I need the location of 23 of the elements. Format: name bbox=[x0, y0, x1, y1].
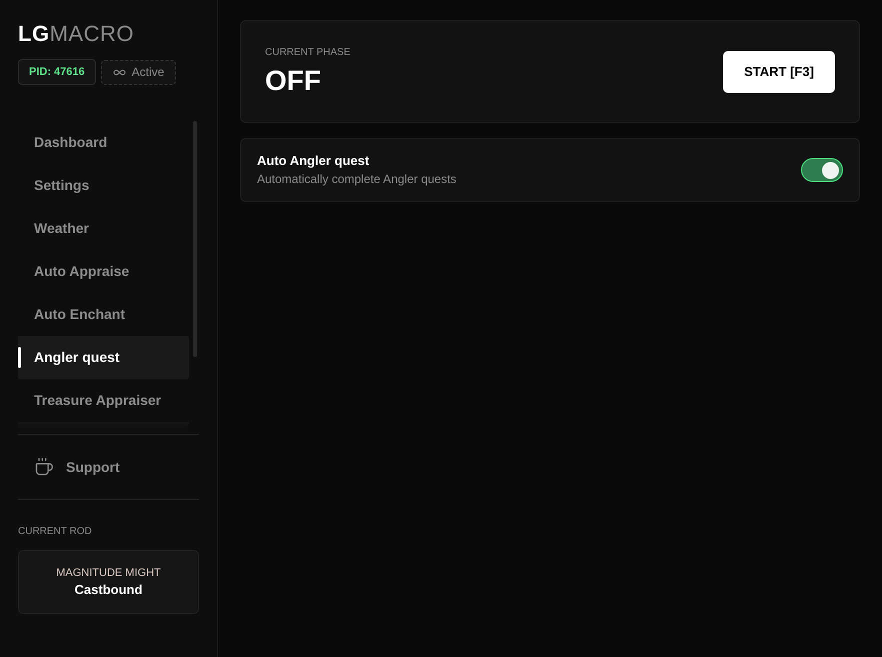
nav-item[interactable]: Treasure Appraiser bbox=[18, 379, 189, 422]
pid-badge: PID: 47616 bbox=[18, 59, 96, 85]
start-button[interactable]: START [F3] bbox=[723, 50, 835, 92]
toggle-switch[interactable] bbox=[801, 158, 843, 182]
rod-name: Castbound bbox=[74, 580, 142, 598]
setting-title: Auto Angler quest bbox=[257, 152, 370, 170]
nav-item[interactable]: Auto Appraise bbox=[18, 250, 189, 293]
nav-item[interactable]: Weather bbox=[18, 207, 189, 250]
nav-item[interactable]: Auto Enchant bbox=[18, 293, 189, 336]
rod-category: MAGNITUDE MIGHT bbox=[56, 566, 161, 580]
support-link[interactable]: Support bbox=[18, 435, 199, 499]
app-logo: LGMACRO bbox=[18, 20, 134, 48]
phase-value: OFF bbox=[265, 64, 322, 98]
nav-item[interactable]: Angler quest bbox=[18, 336, 189, 379]
nav-item[interactable]: Dashboard bbox=[18, 121, 189, 164]
phase-heading: CURRENT PHASE bbox=[265, 46, 350, 60]
active-indicator bbox=[18, 347, 21, 368]
coffee-icon bbox=[34, 457, 54, 477]
current-rod-heading: CURRENT ROD bbox=[18, 525, 92, 539]
setting-description: Automatically complete Angler quests bbox=[257, 171, 456, 188]
status-label: Active bbox=[132, 64, 164, 81]
toggle-knob bbox=[822, 162, 839, 178]
nav-item[interactable]: Settings bbox=[18, 164, 189, 207]
